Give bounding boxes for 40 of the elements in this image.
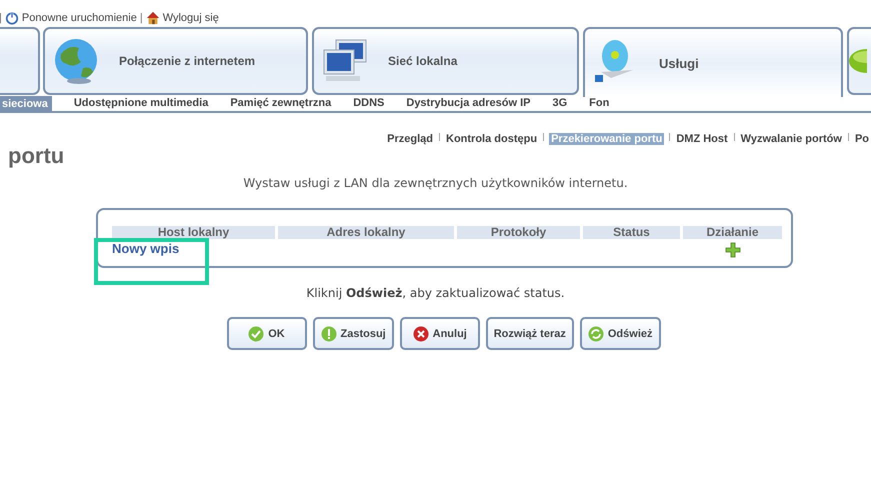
- description: Wystaw usługi z LAN dla zewnętrznych użytkowników internetu.: [242, 176, 629, 190]
- column-header: Host lokalny: [112, 226, 275, 239]
- new-entry-link[interactable]: Nowy wpis: [112, 241, 275, 258]
- action-button[interactable]: Anuluj: [400, 317, 480, 350]
- separator: |: [140, 12, 143, 24]
- nav-tab[interactable]: Połączenie z internetem: [43, 27, 308, 95]
- status-note: Kliknij Odśwież, aby zaktualizować status.: [305, 286, 566, 300]
- action-button[interactable]: OK: [226, 317, 306, 350]
- sub-tab[interactable]: DDNS: [353, 97, 384, 109]
- top-link[interactable]: Ponowne uruchomienie: [22, 12, 137, 24]
- refresh-icon: [588, 326, 604, 342]
- top-link[interactable]: Wyloguj się: [162, 12, 219, 24]
- column-header: Działanie: [683, 226, 782, 239]
- plus-icon[interactable]: [724, 242, 740, 258]
- checkmark-icon: [248, 326, 264, 342]
- column-header: Adres lokalny: [278, 226, 454, 239]
- page-link[interactable]: Wyzwalanie portów: [740, 133, 843, 145]
- column-header: Status: [583, 226, 680, 239]
- sub-tab[interactable]: Dystrybucja adresów IP: [406, 97, 530, 109]
- action-button[interactable]: Odśwież: [580, 317, 660, 350]
- house-icon: [146, 10, 160, 24]
- column-header: Protokoły: [457, 226, 580, 239]
- page-title: portu: [8, 143, 66, 169]
- page-link[interactable]: Kontrola dostępu: [445, 133, 538, 145]
- sub-tab[interactable]: Fon: [589, 97, 610, 109]
- sub-tab[interactable]: Udostępnione multimedia: [74, 97, 208, 109]
- page-link[interactable]: Po: [854, 133, 870, 145]
- exclamation-icon: [320, 326, 336, 342]
- action-button[interactable]: Rozwiąż teraz: [486, 317, 574, 350]
- page-link[interactable]: Przegląd: [386, 133, 434, 145]
- separator: |: [0, 12, 2, 24]
- page-link[interactable]: DMZ Host: [675, 133, 729, 145]
- sub-tab[interactable]: Pamięć zewnętrzna: [230, 97, 332, 109]
- bowl-icon: [849, 49, 867, 73]
- action-button[interactable]: Zastosuj: [312, 317, 394, 350]
- sub-tab[interactable]: 3G: [552, 97, 568, 109]
- power-icon: [4, 10, 19, 24]
- nav-tab[interactable]: Usługi: [583, 27, 843, 97]
- cancel-icon: [412, 326, 429, 342]
- nav-tab[interactable]: Sieć lokalna: [312, 27, 579, 95]
